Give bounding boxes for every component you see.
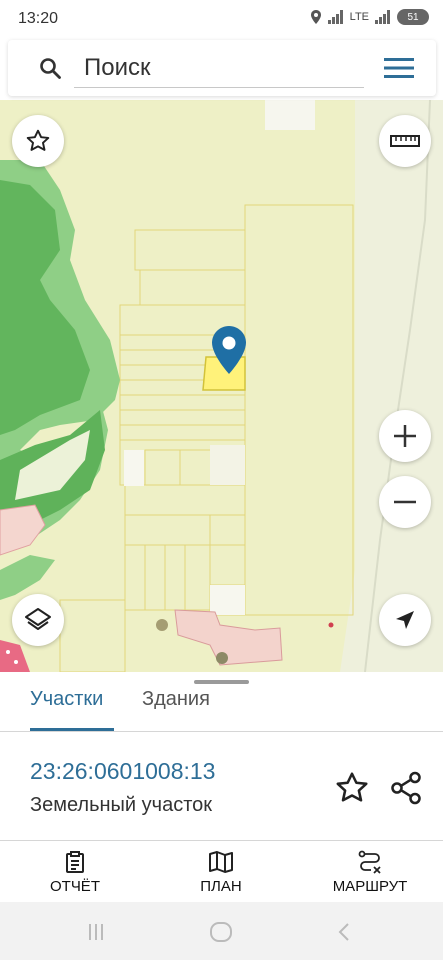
- bottom-nav: ОТЧЁТ ПЛАН МАРШРУТ: [0, 840, 443, 902]
- location-icon: [310, 10, 321, 24]
- parcel-type: Земельный участок: [30, 794, 213, 816]
- ruler-icon: [390, 135, 420, 147]
- back-icon[interactable]: [334, 922, 354, 942]
- ruler-button[interactable]: [379, 115, 431, 167]
- network-type: LTE: [349, 11, 369, 23]
- map-canvas: [0, 100, 443, 672]
- nav-report-label: ОТЧЁТ: [49, 877, 100, 895]
- star-outline-icon: [26, 129, 50, 151]
- star-outline-icon[interactable]: [334, 770, 370, 806]
- plus-icon: [394, 425, 416, 447]
- layers-icon: [25, 608, 51, 630]
- signal-icon: [375, 10, 390, 24]
- my-location-button[interactable]: [379, 594, 431, 646]
- battery-level: 51: [407, 11, 419, 23]
- layers-button[interactable]: [12, 594, 64, 646]
- tab-buildings[interactable]: Здания: [142, 688, 210, 711]
- nav-route[interactable]: МАРШРУТ: [320, 841, 420, 903]
- route-icon: [358, 850, 381, 874]
- zoom-in-button[interactable]: [379, 410, 431, 462]
- share-icon[interactable]: [388, 770, 424, 806]
- location-marker-icon[interactable]: [212, 326, 246, 374]
- navigation-arrow-icon: [396, 611, 414, 629]
- home-icon[interactable]: [209, 921, 233, 943]
- status-time: 13:20: [18, 10, 59, 27]
- minus-icon: [394, 500, 416, 504]
- search-bar: [8, 40, 436, 96]
- cadastral-number[interactable]: 23:26:0601008:13: [30, 758, 215, 785]
- bottom-sheet: Участки Здания 23:26:0601008:13 Земельны…: [0, 672, 443, 840]
- tab-parcels[interactable]: Участки: [30, 688, 103, 711]
- nav-route-label: МАРШРУТ: [332, 877, 408, 895]
- nav-plan-label: ПЛАН: [200, 877, 242, 895]
- map-icon: [209, 850, 233, 873]
- search-input[interactable]: [74, 48, 364, 88]
- recent-apps-icon[interactable]: [86, 922, 106, 942]
- divider: [0, 731, 443, 732]
- map-view[interactable]: [0, 100, 443, 672]
- nav-report[interactable]: ОТЧЁТ: [30, 841, 120, 903]
- favorites-button[interactable]: [12, 115, 64, 167]
- report-icon: [66, 850, 84, 873]
- status-icons: LTE 51: [310, 9, 429, 25]
- zoom-out-button[interactable]: [379, 476, 431, 528]
- status-bar: 13:20 LTE 51: [0, 0, 443, 40]
- menu-icon[interactable]: [384, 56, 414, 80]
- sheet-drag-handle[interactable]: [194, 680, 249, 684]
- nav-plan[interactable]: ПЛАН: [176, 841, 266, 903]
- search-icon[interactable]: [38, 56, 62, 80]
- signal-icon: [327, 10, 343, 24]
- battery-icon: 51: [397, 9, 429, 25]
- system-nav-bar: [0, 902, 443, 960]
